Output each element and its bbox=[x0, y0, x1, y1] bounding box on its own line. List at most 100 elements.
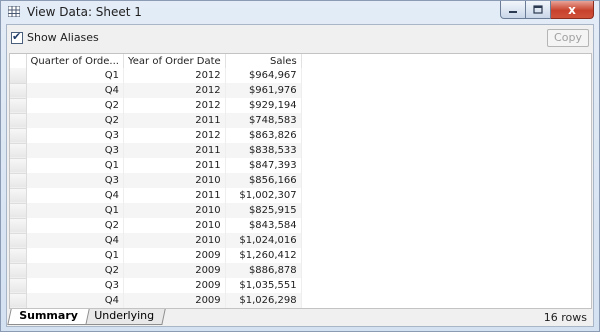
year-cell: 2011 bbox=[123, 143, 226, 158]
year-cell: 2012 bbox=[123, 98, 226, 113]
year-cell: 2012 bbox=[123, 68, 226, 83]
column-header-quarter[interactable]: Quarter of Orde... bbox=[26, 54, 124, 68]
close-icon: x bbox=[568, 2, 576, 17]
sales-cell: $825,915 bbox=[225, 203, 302, 218]
row-header[interactable] bbox=[10, 203, 27, 219]
table-row[interactable]: Q4 2012 $961,976 bbox=[10, 83, 302, 99]
year-cell: 2010 bbox=[123, 218, 226, 233]
column-header-sales[interactable]: Sales bbox=[225, 54, 302, 68]
row-header[interactable] bbox=[10, 158, 27, 174]
view-data-window: View Data: Sheet 1 x ✔ Show Aliases Copy… bbox=[0, 0, 600, 332]
tab-summary-label: Summary bbox=[19, 309, 78, 322]
row-header[interactable] bbox=[10, 233, 27, 249]
toolbar: ✔ Show Aliases Copy bbox=[7, 25, 593, 52]
row-header[interactable] bbox=[10, 113, 27, 129]
sales-cell: $929,194 bbox=[225, 98, 302, 113]
sales-cell: $843,584 bbox=[225, 218, 302, 233]
show-aliases-checkbox[interactable]: ✔ bbox=[11, 29, 23, 44]
tab-underlying[interactable]: Underlying bbox=[82, 309, 166, 325]
sales-cell: $1,024,016 bbox=[225, 233, 302, 248]
row-header[interactable] bbox=[10, 68, 27, 84]
header-row: Quarter of Orde... Year of Order Date Sa… bbox=[10, 54, 302, 68]
row-header[interactable] bbox=[10, 143, 27, 159]
table-row[interactable]: Q2 2011 $748,583 bbox=[10, 113, 302, 129]
view-data-panel: ✔ Show Aliases Copy Quarter of Orde... Y… bbox=[6, 24, 594, 327]
year-cell: 2010 bbox=[123, 203, 226, 218]
row-header[interactable] bbox=[10, 128, 27, 144]
sales-cell: $1,260,412 bbox=[225, 248, 302, 263]
data-table: Quarter of Orde... Year of Order Date Sa… bbox=[10, 54, 302, 308]
grid-icon bbox=[8, 6, 20, 17]
table-row[interactable]: Q1 2009 $1,260,412 bbox=[10, 248, 302, 264]
quarter-cell: Q4 bbox=[26, 293, 124, 308]
tab-strip: Summary Underlying bbox=[7, 309, 166, 325]
row-header[interactable] bbox=[10, 188, 27, 204]
year-cell: 2012 bbox=[123, 128, 226, 143]
quarter-cell: Q2 bbox=[26, 113, 124, 128]
table-row[interactable]: Q3 2011 $838,533 bbox=[10, 143, 302, 159]
table-row[interactable]: Q1 2012 $964,967 bbox=[10, 68, 302, 84]
table-row[interactable]: Q1 2010 $825,915 bbox=[10, 203, 302, 219]
title-bar[interactable]: View Data: Sheet 1 x bbox=[1, 1, 599, 24]
table-row[interactable]: Q4 2009 $1,026,298 bbox=[10, 293, 302, 308]
year-cell: 2011 bbox=[123, 113, 226, 128]
row-header[interactable] bbox=[10, 278, 27, 294]
year-cell: 2011 bbox=[123, 158, 226, 173]
maximize-button[interactable] bbox=[526, 1, 551, 19]
minimize-icon bbox=[509, 10, 517, 13]
table-row[interactable]: Q2 2012 $929,194 bbox=[10, 98, 302, 114]
quarter-cell: Q4 bbox=[26, 233, 124, 248]
data-grid: Quarter of Orde... Year of Order Date Sa… bbox=[9, 53, 592, 309]
year-cell: 2009 bbox=[123, 263, 226, 278]
quarter-cell: Q1 bbox=[26, 68, 124, 83]
quarter-cell: Q1 bbox=[26, 248, 124, 263]
quarter-cell: Q4 bbox=[26, 188, 124, 203]
row-header[interactable] bbox=[10, 98, 27, 114]
close-button[interactable]: x bbox=[551, 1, 594, 19]
row-header[interactable] bbox=[10, 293, 27, 308]
sales-cell: $838,533 bbox=[225, 143, 302, 158]
table-row[interactable]: Q4 2010 $1,024,016 bbox=[10, 233, 302, 249]
sales-cell: $748,583 bbox=[225, 113, 302, 128]
checkmark-icon: ✔ bbox=[12, 29, 22, 43]
year-cell: 2011 bbox=[123, 188, 226, 203]
year-cell: 2010 bbox=[123, 173, 226, 188]
year-cell: 2009 bbox=[123, 278, 226, 293]
quarter-cell: Q3 bbox=[26, 173, 124, 188]
table-row[interactable]: Q2 2009 $886,878 bbox=[10, 263, 302, 279]
quarter-cell: Q2 bbox=[26, 263, 124, 278]
table-row[interactable]: Q3 2010 $856,166 bbox=[10, 173, 302, 189]
row-header-corner bbox=[10, 54, 27, 68]
sales-cell: $1,026,298 bbox=[225, 293, 302, 308]
show-aliases-option[interactable]: ✔ Show Aliases bbox=[11, 29, 99, 44]
row-header[interactable] bbox=[10, 218, 27, 234]
year-cell: 2010 bbox=[123, 233, 226, 248]
row-header[interactable] bbox=[10, 263, 27, 279]
row-header[interactable] bbox=[10, 173, 27, 189]
sales-cell: $856,166 bbox=[225, 173, 302, 188]
sales-cell: $1,002,307 bbox=[225, 188, 302, 203]
tab-underlying-label: Underlying bbox=[93, 309, 154, 322]
window-controls: x bbox=[500, 1, 594, 19]
year-cell: 2012 bbox=[123, 83, 226, 98]
table-row[interactable]: Q1 2011 $847,393 bbox=[10, 158, 302, 174]
table-row[interactable]: Q4 2011 $1,002,307 bbox=[10, 188, 302, 204]
quarter-cell: Q3 bbox=[26, 143, 124, 158]
table-row[interactable]: Q2 2010 $843,584 bbox=[10, 218, 302, 234]
quarter-cell: Q3 bbox=[26, 278, 124, 293]
quarter-cell: Q1 bbox=[26, 158, 124, 173]
sales-cell: $964,967 bbox=[225, 68, 302, 83]
copy-button[interactable]: Copy bbox=[547, 29, 589, 47]
column-header-year[interactable]: Year of Order Date bbox=[123, 54, 226, 68]
show-aliases-label: Show Aliases bbox=[27, 31, 99, 44]
minimize-button[interactable] bbox=[500, 1, 526, 19]
sales-cell: $847,393 bbox=[225, 158, 302, 173]
row-count: 16 rows bbox=[543, 311, 587, 324]
year-cell: 2009 bbox=[123, 248, 226, 263]
tab-summary[interactable]: Summary bbox=[7, 309, 90, 325]
table-row[interactable]: Q3 2009 $1,035,551 bbox=[10, 278, 302, 294]
row-header[interactable] bbox=[10, 83, 27, 99]
table-row[interactable]: Q3 2012 $863,826 bbox=[10, 128, 302, 144]
sales-cell: $863,826 bbox=[225, 128, 302, 143]
row-header[interactable] bbox=[10, 248, 27, 264]
